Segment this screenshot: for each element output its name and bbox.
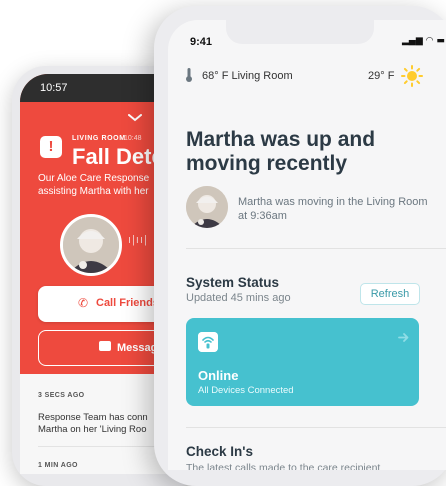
alert-time: 10:48 — [124, 135, 142, 142]
audio-wave-icon: ı|ıı| — [128, 234, 148, 246]
refresh-button[interactable]: Refresh — [360, 283, 420, 305]
alert-icon: ! — [40, 136, 62, 158]
alert-location: LIVING ROOM — [72, 135, 126, 142]
message-icon — [99, 341, 111, 351]
call-friends-label: Call Friends — [96, 297, 159, 309]
thermometer-icon — [186, 68, 192, 82]
device-status-subtitle: All Devices Connected — [198, 385, 294, 396]
feed-item-text: Response Team has conn Martha on her 'Li… — [38, 412, 148, 436]
activity-description: Martha was moving in the Living Room at … — [238, 196, 428, 222]
feed-item-time: 1 MIN AGO — [38, 462, 78, 469]
device-status-label: Online — [198, 368, 239, 383]
phone-icon: ✆ — [78, 296, 89, 310]
back-status-time: 10:57 — [40, 82, 68, 94]
feed-item-line: Response Team has conn — [38, 412, 148, 423]
outdoor-temperature: 29° F — [368, 70, 395, 82]
divider — [186, 427, 446, 428]
check-ins-subtitle: The latest calls made to the care recipi… — [186, 462, 381, 470]
check-ins-title: Check In's — [186, 444, 253, 459]
feed-item-line: Martha on her 'Living Roo — [38, 424, 147, 435]
phone-notch — [226, 20, 374, 44]
sun-icon — [401, 65, 423, 87]
status-icons: ▂▄▆ ◠ ▬ — [402, 36, 445, 46]
chevron-down-icon[interactable] — [128, 114, 142, 122]
avatar — [186, 186, 228, 228]
system-status-updated: Updated 45 mins ago — [186, 292, 291, 304]
front-status-time: 9:41 — [190, 36, 213, 48]
page-title: Martha was up and moving recently — [186, 128, 376, 175]
divider — [186, 248, 446, 249]
indoor-temperature: 68° F Living Room — [202, 70, 293, 82]
wifi-device-icon — [198, 332, 218, 352]
front-phone-screen: 9:41 ▂▄▆ ◠ ▬ 68° F Living Room 29° F Mar… — [168, 20, 446, 470]
system-status-title: System Status — [186, 275, 280, 290]
avatar — [60, 214, 122, 276]
feed-item-time: 3 SECS AGO — [38, 392, 85, 399]
arrow-right-icon — [398, 333, 409, 342]
device-status-card[interactable]: Online All Devices Connected — [186, 318, 419, 406]
